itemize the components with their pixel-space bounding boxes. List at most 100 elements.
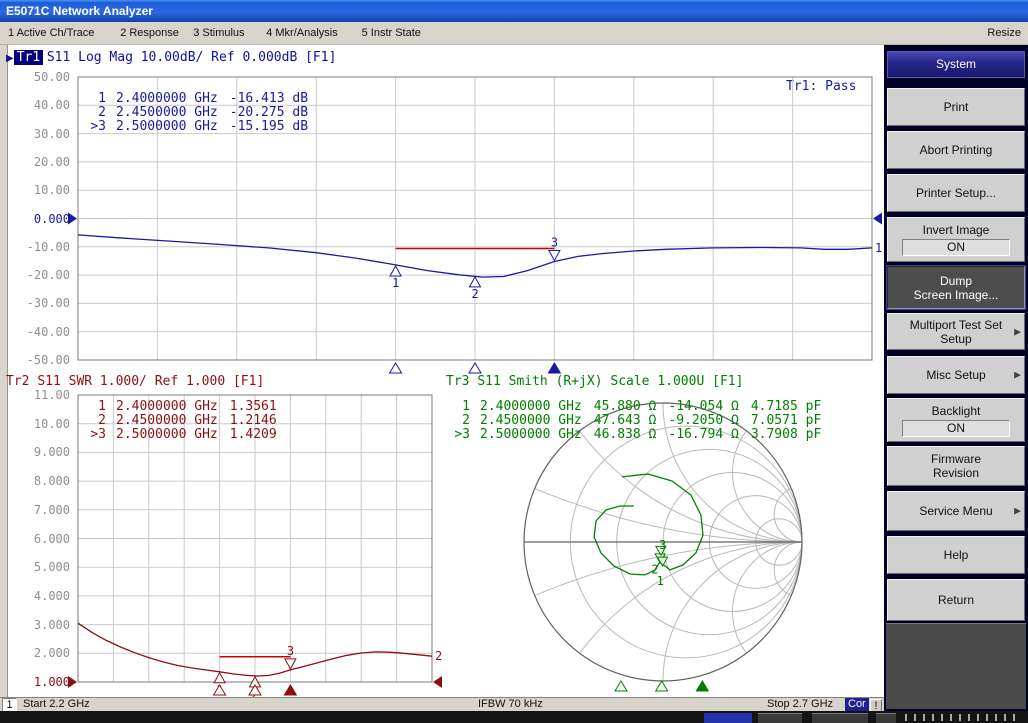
softkey-dump-screen-image[interactable]: DumpScreen Image...: [887, 266, 1025, 309]
reference-level-arrow[interactable]: [873, 213, 882, 225]
submenu-arrow-icon: ▶: [1014, 326, 1021, 337]
tr1-y-label: 40.00: [8, 98, 70, 112]
tr3-marker-c: 7.0571 pF: [751, 414, 821, 428]
plot-canvas: 12311232123: [0, 45, 884, 697]
tr3-marker-r: 47.643 Ω: [594, 414, 657, 428]
softkey-printer-setup[interactable]: Printer Setup...: [887, 174, 1025, 212]
tr2-y-label: 1.000: [8, 675, 70, 689]
tr3-marker-n: >3: [448, 428, 470, 442]
ifbw-readout[interactable]: IFBW 70 kHz: [478, 698, 543, 711]
softkey-return[interactable]: Return: [887, 579, 1025, 621]
tr1-marker-row: 2 2.4500000 GHz -20.275 dB: [84, 106, 308, 120]
marker-3-glyph[interactable]: [549, 251, 560, 261]
tr1-marker-n: 1: [84, 92, 106, 106]
tr1-marker-n: >3: [84, 120, 106, 134]
tr1-marker-freq: 2.5000000 GHz: [116, 120, 218, 134]
active-marker-axis-indicator: [548, 363, 560, 373]
menu-item-3[interactable]: 3 Stimulus: [193, 27, 244, 39]
trace-end-number: 1: [875, 241, 882, 255]
tr2-marker-n: >3: [84, 428, 106, 442]
softkey-label: Setup: [940, 332, 971, 346]
softkey-misc-setup[interactable]: Misc Setup ▶: [887, 356, 1025, 394]
marker-1-glyph[interactable]: [214, 673, 225, 683]
tr1-marker-value: -16.413 dB: [230, 92, 308, 106]
tr1-y-label: -30.00: [8, 296, 70, 310]
marker-1-number: 1: [392, 276, 399, 290]
tr1-y-label: -10.00: [8, 240, 70, 254]
resize-menu-item[interactable]: Resize: [987, 27, 1021, 39]
tr1-marker-value: -15.195 dB: [230, 120, 308, 134]
tr2-y-label: 2.000: [8, 646, 70, 660]
tr2-y-label: 5.000: [8, 560, 70, 574]
tr2-y-label: 8.000: [8, 474, 70, 488]
softkey-print[interactable]: Print: [887, 88, 1025, 126]
softkey-backlight[interactable]: BacklightON: [887, 398, 1025, 442]
active-marker-axis-indicator: [696, 681, 708, 691]
tr1-y-label: 0.000: [8, 212, 70, 226]
menu-item-4[interactable]: 4 Mkr/Analysis: [266, 27, 338, 39]
softkey-firmware-revision[interactable]: FirmwareRevision: [887, 446, 1025, 486]
taskbar-segment: [876, 713, 896, 723]
trace-end-number: 2: [435, 649, 442, 663]
softkey-menu-title: System: [887, 51, 1025, 78]
tr1-y-label: 10.00: [8, 183, 70, 197]
marker-1-glyph[interactable]: [390, 266, 401, 276]
tr2-marker-value: 1.3561: [230, 400, 277, 414]
tr1-y-label: 30.00: [8, 127, 70, 141]
tr1-marker-freq: 2.4500000 GHz: [116, 106, 218, 120]
title-bar: E5071C Network Analyzer: [0, 0, 1028, 22]
tr3-smith-chart: 1 2 3: [107, 45, 884, 697]
softkey-empty-area: [886, 623, 1026, 709]
softkey-label: Firmware: [931, 452, 981, 466]
tr2-marker-value: 1.4209: [230, 428, 277, 442]
softkey-sidebar: System Print Abort Printing Printer Setup.…: [884, 45, 1028, 711]
tr3-marker-freq: 2.5000000 GHz: [480, 428, 582, 442]
taskbar-segment: [812, 713, 868, 723]
tr2-y-label: 10.00: [8, 417, 70, 431]
stop-frequency[interactable]: Stop 2.7 GHz: [767, 698, 833, 711]
marker-2-number: 2: [472, 287, 479, 301]
softkey-multiport-test-set-setup[interactable]: Multiport Test SetSetup▶: [887, 313, 1025, 350]
softkey-service-menu[interactable]: Service Menu▶: [887, 491, 1025, 531]
taskbar-segment: [758, 713, 802, 723]
taskbar-segment: [704, 713, 752, 723]
tr3-marker-freq: 2.4500000 GHz: [480, 414, 582, 428]
tr3-marker-n: 1: [448, 400, 470, 414]
tr2-marker-freq: 2.4500000 GHz: [116, 414, 218, 428]
tr3-marker-r: 45.880 Ω: [594, 400, 657, 414]
start-frequency[interactable]: Start 2.2 GHz: [23, 698, 90, 711]
tr2-y-label: 3.000: [8, 618, 70, 632]
tr1-marker-freq: 2.4000000 GHz: [116, 92, 218, 106]
reference-level-arrow[interactable]: [433, 676, 442, 688]
marker-3-glyph[interactable]: [285, 659, 296, 669]
menu-item-5[interactable]: 5 Instr State: [362, 27, 421, 39]
marker-axis-indicator: [469, 363, 481, 373]
tr3-marker-c: 3.7908 pF: [751, 428, 821, 442]
submenu-arrow-icon: ▶: [1014, 370, 1021, 381]
tr1-y-label: -50.00: [8, 353, 70, 367]
marker-2-glyph[interactable]: [470, 277, 481, 287]
marker-3-number: 3: [287, 644, 294, 658]
status-bar: 1 Start 2.2 GHz IFBW 70 kHz Stop 2.7 GHz…: [0, 697, 884, 711]
marker-2-number: 2: [651, 562, 658, 576]
softkey-abort-printing[interactable]: Abort Printing: [887, 131, 1025, 169]
smith-grid: [107, 45, 884, 697]
softkey-help[interactable]: Help: [887, 536, 1025, 574]
instrument-taskbar-partial: [0, 711, 1028, 723]
tr1-marker-value: -20.275 dB: [230, 106, 308, 120]
tr3-marker-row: 12.4000000 GHz45.880 Ω-14.054 Ω4.7185 pF: [448, 400, 821, 414]
menu-item-1[interactable]: 1 Active Ch/Trace: [8, 27, 94, 39]
marker-axis-indicator: [656, 681, 668, 691]
tr1-y-label: -40.00: [8, 325, 70, 339]
tr3-marker-x: -9.2050 Ω: [668, 414, 738, 428]
softkey-label: Misc Setup: [926, 368, 985, 382]
marker-axis-indicator: [615, 681, 627, 691]
tr1-marker-n: 2: [84, 106, 106, 120]
taskbar-clock-partial: [905, 714, 1017, 721]
tr2-marker-freq: 2.4000000 GHz: [116, 400, 218, 414]
tr3-marker-freq: 2.4000000 GHz: [480, 400, 582, 414]
softkey-invert-image[interactable]: Invert ImageON: [887, 217, 1025, 262]
menu-item-2[interactable]: 2 Response: [120, 27, 179, 39]
tr2-y-label: 11.00: [8, 388, 70, 402]
softkey-label: Invert Image: [923, 223, 990, 237]
